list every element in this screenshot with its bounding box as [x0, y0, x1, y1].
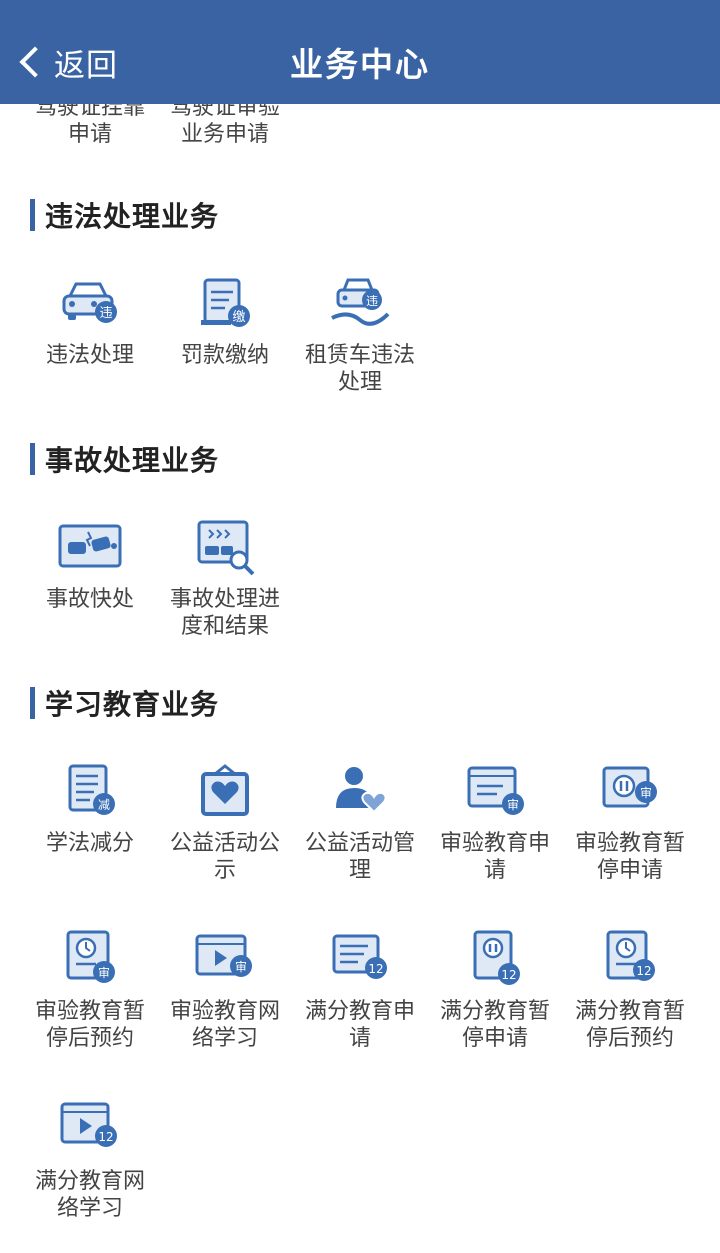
- svg-text:违: 违: [99, 306, 112, 321]
- business-center-content: 驾驶证挂靠申请 驾驶证审验业务申请 违法处理业务 违 违法处理 缴 罚款缴纳 违…: [0, 0, 720, 1253]
- service-item-full-score-pause[interactable]: 12 满分教育暂停申请: [427, 930, 563, 1052]
- charity-manage-icon: [328, 762, 392, 822]
- fine-payment-icon: 缴: [193, 274, 257, 334]
- service-item-label: 租赁车违法处理: [304, 343, 415, 395]
- service-item-violation[interactable]: 违 违法处理: [22, 274, 158, 369]
- service-item-charity-notice[interactable]: 公益活动公示: [157, 762, 293, 884]
- svg-text:12: 12: [636, 964, 651, 978]
- section-heading-violation: 违法处理业务: [30, 198, 220, 233]
- review-edu-online-icon: 审: [193, 930, 257, 990]
- accident-quick-icon: [58, 518, 122, 578]
- service-item-label: 审验教育网络学习: [169, 999, 280, 1051]
- svg-text:审: 审: [507, 797, 519, 812]
- service-item-label: 满分教育暂停申请: [439, 999, 550, 1051]
- accident-progress-icon: [193, 518, 257, 578]
- svg-text:审: 审: [235, 959, 247, 974]
- service-item-review-edu-apply[interactable]: 审 审验教育申请: [427, 762, 563, 884]
- svg-text:违: 违: [366, 294, 378, 308]
- svg-text:12: 12: [501, 968, 516, 982]
- car-violation-icon: 违: [58, 274, 122, 334]
- svg-text:12: 12: [368, 962, 383, 976]
- service-item-full-score-apply[interactable]: 12 满分教育申请: [292, 930, 428, 1052]
- full-score-online-icon: 12: [58, 1100, 122, 1160]
- service-item-label: 事故快处: [45, 587, 134, 612]
- service-item-label: 满分教育暂停后预约: [574, 999, 685, 1051]
- review-edu-apply-icon: 审: [463, 762, 527, 822]
- svg-text:审: 审: [98, 965, 110, 980]
- service-item-label: 事故处理进度和结果: [169, 587, 280, 639]
- service-item-review-edu-online[interactable]: 审 审验教育网络学习: [157, 930, 293, 1052]
- charity-notice-icon: [193, 762, 257, 822]
- page-title: 业务中心: [290, 45, 430, 84]
- review-edu-pause-icon: 审: [598, 762, 662, 822]
- service-item-label: 学法减分: [45, 831, 134, 856]
- service-item-rental-violation[interactable]: 违 租赁车违法处理: [292, 274, 428, 396]
- section-title: 违法处理业务: [45, 200, 220, 233]
- full-score-pause-icon: 12: [463, 930, 527, 990]
- review-edu-reserve-icon: 审: [58, 930, 122, 990]
- service-item-label: 满分教育网络学习: [34, 1169, 145, 1221]
- service-item-review-edu-reserve[interactable]: 审 审验教育暂停后预约: [22, 930, 158, 1052]
- svg-text:12: 12: [98, 1130, 113, 1144]
- service-item-label: 审验教育申请: [439, 831, 550, 883]
- service-item-accident-quick[interactable]: 事故快处: [22, 518, 158, 613]
- service-item-label: 满分教育申请: [304, 999, 415, 1051]
- section-accent-bar: [30, 199, 35, 231]
- svg-text:审: 审: [640, 785, 652, 800]
- section-title: 事故处理业务: [45, 444, 220, 477]
- rental-car-violation-icon: 违: [328, 274, 392, 334]
- service-item-accident-progress[interactable]: 事故处理进度和结果: [157, 518, 293, 640]
- svg-text:减: 减: [98, 798, 110, 812]
- service-item-label: 公益活动管理: [304, 831, 415, 883]
- app-header: 返回 业务中心: [0, 0, 720, 104]
- service-item-fine-payment[interactable]: 缴 罚款缴纳: [157, 274, 293, 369]
- service-item-study-deduct[interactable]: 减 学法减分: [22, 762, 158, 857]
- section-title: 学习教育业务: [45, 688, 220, 721]
- service-item-full-score-online[interactable]: 12 满分教育网络学习: [22, 1100, 158, 1222]
- service-item-full-score-reserve[interactable]: 12 满分教育暂停后预约: [562, 930, 698, 1052]
- full-score-apply-icon: 12: [328, 930, 392, 990]
- svg-text:缴: 缴: [232, 310, 245, 325]
- service-item-label: 审验教育暂停申请: [574, 831, 685, 883]
- service-item-review-edu-pause[interactable]: 审 审验教育暂停申请: [562, 762, 698, 884]
- section-accent-bar: [30, 687, 35, 719]
- study-deduct-icon: 减: [58, 762, 122, 822]
- service-item-label: 违法处理: [45, 343, 134, 368]
- section-heading-education: 学习教育业务: [30, 686, 220, 721]
- service-item-label: 公益活动公示: [169, 831, 280, 883]
- service-item-label: 罚款缴纳: [180, 343, 269, 368]
- service-item-charity-manage[interactable]: 公益活动管理: [292, 762, 428, 884]
- section-accent-bar: [30, 443, 35, 475]
- section-heading-accident: 事故处理业务: [30, 442, 220, 477]
- full-score-reserve-icon: 12: [598, 930, 662, 990]
- service-item-label: 审验教育暂停后预约: [34, 999, 145, 1051]
